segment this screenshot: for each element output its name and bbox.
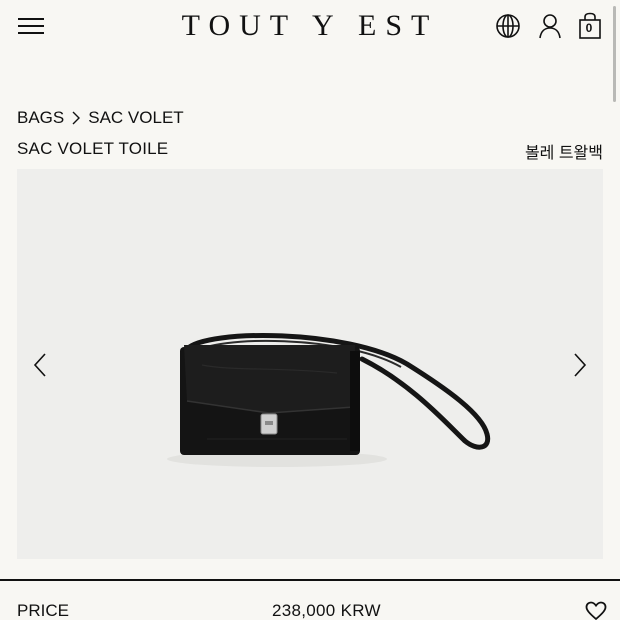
cart-count-badge: 0: [585, 21, 593, 35]
breadcrumb: BAGS SAC VOLET: [17, 108, 184, 128]
product-title-korean: 볼레 트왈백: [524, 145, 603, 162]
user-icon[interactable]: [536, 12, 564, 40]
site-logo[interactable]: TOUT Y EST: [0, 8, 620, 44]
chevron-right-icon[interactable]: [569, 352, 589, 378]
product-page: TOUT Y EST 0 BAGS SAC VOLET SAC VOLET TO…: [0, 0, 620, 620]
breadcrumb-item-bags[interactable]: BAGS: [17, 108, 64, 128]
product-image: [167, 332, 491, 467]
divider: [0, 579, 620, 581]
breadcrumb-item-current[interactable]: SAC VOLET: [88, 108, 183, 128]
heart-icon[interactable]: [585, 601, 607, 620]
price-value: 238,000 KRW: [272, 601, 381, 620]
shopping-bag-icon[interactable]: 0: [578, 12, 606, 40]
price-label: PRICE: [17, 601, 69, 620]
product-title: SAC VOLET TOILE: [17, 139, 169, 158]
site-header: TOUT Y EST 0: [0, 0, 620, 56]
chevron-left-icon[interactable]: [31, 352, 51, 378]
globe-icon[interactable]: [494, 12, 522, 40]
chevron-right-icon: [71, 111, 81, 125]
page-scrollbar[interactable]: [613, 6, 616, 102]
product-image-gallery[interactable]: [17, 169, 603, 559]
